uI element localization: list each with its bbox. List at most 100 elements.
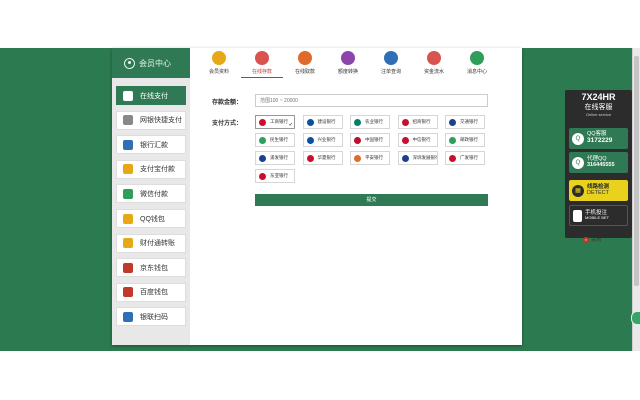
message-icon (470, 51, 484, 65)
bank-logo-icon (306, 118, 314, 126)
mobile-bet-button[interactable]: 手机投注 MOBILE BET (569, 205, 628, 226)
sidebar-item-label: 支付宝付款 (140, 166, 175, 174)
bank-option[interactable]: 华夏银行 (302, 151, 343, 165)
nav-item-label: 注单查询 (380, 69, 401, 75)
bank-option[interactable]: 深圳发展银行 (397, 151, 438, 165)
tenpay-icon (123, 238, 133, 249)
bank-option[interactable]: 招商银行 (397, 115, 438, 129)
bank-logo-icon (306, 136, 314, 144)
bank-logo-icon (401, 136, 409, 144)
bank-option[interactable]: 民生银行 (255, 133, 295, 147)
sidebar-item-qq[interactable]: QQ钱包 (116, 209, 186, 228)
panel-header: 会员中心 会员资料 在线存款 在线取款 额度转换 注单查询 资金流水 消息中心 (112, 48, 522, 78)
nav-item-label: 资金流水 (423, 69, 444, 75)
bank-logo-icon (449, 136, 456, 144)
sidebar-item-label: QQ钱包 (140, 215, 165, 223)
bank-option[interactable]: 浦发银行 (255, 151, 295, 165)
bank-name: 东亚银行 (270, 173, 288, 178)
sidebar-item-alipay[interactable]: 支付宝付款 (116, 159, 186, 179)
bank-option[interactable]: 农业银行 (350, 115, 390, 129)
transfer-icon (341, 51, 355, 65)
online-service-widget: 7X24HR 在线客服 Online service Q QQ客服 3172229… (565, 90, 632, 238)
nav-item-withdraw[interactable]: 在线取款 (284, 50, 326, 78)
withdraw-icon (298, 51, 312, 65)
side-float-icon[interactable] (631, 311, 640, 325)
nav-item-label: 会员资料 (208, 69, 229, 75)
qq-icon: Q (572, 132, 584, 145)
bank-name: 农业银行 (365, 119, 383, 124)
payment-method-sidebar: 在线支付网银快捷支付银行汇款支付宝付款微信付款 QQ钱包财付通转账京东钱包百度钱包… (112, 78, 190, 345)
page-scrollbar[interactable] (632, 48, 640, 351)
line-detect-button[interactable]: ▦ 线路检测 DETECT (569, 180, 628, 201)
service-close-button[interactable]: × 关闭 (583, 236, 601, 243)
member-center-title: 会员中心 (112, 48, 190, 78)
bank-logo-icon (449, 154, 456, 162)
bank-option[interactable]: 兴业银行 (302, 133, 343, 147)
nav-item-bet-query[interactable]: 注单查询 (370, 50, 412, 78)
sidebar-item-tenpay[interactable]: 财付通转账 (116, 233, 186, 253)
sidebar-item-label: 银行汇款 (140, 141, 168, 149)
alipay-icon (123, 164, 133, 175)
agent-qq-number: 316445555 (587, 161, 615, 168)
nav-item-message[interactable]: 消息中心 (456, 50, 498, 78)
detect-sub: DETECT (587, 189, 609, 196)
bank-option[interactable]: 中国银行 (350, 133, 390, 147)
bank-option[interactable]: 平安银行 (350, 151, 390, 165)
bank-logo-icon (259, 172, 266, 180)
bank-name: 工商银行 (270, 119, 288, 124)
sidebar-item-bank-transfer[interactable]: 银行汇款 (116, 135, 186, 155)
nav-item-label: 额度转换 (337, 69, 358, 75)
bank-name: 邮政银行 (460, 137, 478, 142)
bank-name: 中国银行 (365, 137, 383, 142)
bank-option[interactable]: 东亚银行 (255, 169, 295, 183)
bank-option[interactable]: 工商银行 ✔ (255, 115, 295, 129)
bank-name: 交通银行 (460, 119, 478, 124)
nav-item-label: 消息中心 (466, 69, 487, 75)
bank-option[interactable]: 广发银行 (445, 151, 485, 165)
nav-item-deposit[interactable]: 在线存款 (241, 50, 283, 78)
sidebar-item-label: 京东钱包 (140, 264, 168, 272)
sidebar-item-baidu[interactable]: 百度钱包 (116, 282, 186, 302)
qq-icon (123, 213, 133, 224)
fund-flow-icon (427, 51, 441, 65)
sidebar-item-label: 百度钱包 (140, 289, 168, 297)
member-center-label: 会员中心 (139, 58, 171, 68)
bank-option[interactable]: 建设银行 (302, 115, 343, 129)
sidebar-item-label: 微信付款 (140, 190, 168, 198)
nav-item-label: 在线存款 (251, 69, 272, 75)
sidebar-item-label: 银联扫码 (140, 313, 168, 321)
sidebar-item-wechat[interactable]: 微信付款 (116, 184, 186, 204)
bank-option[interactable]: 邮政银行 (445, 133, 485, 147)
nav-item-transfer[interactable]: 额度转换 (327, 50, 369, 78)
sidebar-item-unionpay-scan[interactable]: 银联扫码 (116, 307, 186, 327)
check-icon: ✔ (288, 122, 293, 128)
sidebar-item-jd[interactable]: 京东钱包 (116, 258, 186, 278)
qq-service-button[interactable]: Q QQ客服 3172229 (569, 128, 628, 149)
bank-name: 浦发银行 (270, 155, 288, 160)
nav-item-fund-flow[interactable]: 资金流水 (413, 50, 455, 78)
bank-option[interactable]: 交通银行 (445, 115, 485, 129)
bank-name: 中信银行 (412, 137, 431, 142)
bank-logo-icon (449, 118, 456, 126)
service-hours: 7X24HR (581, 92, 616, 102)
bank-logo-icon (401, 118, 409, 126)
bank-name: 兴业银行 (317, 137, 336, 142)
bank-name: 广发银行 (460, 155, 478, 160)
scrollbar-thumb[interactable] (634, 56, 639, 286)
wechat-icon (123, 188, 133, 199)
bank-logo-icon (259, 154, 266, 162)
submit-button[interactable]: 提交 (255, 194, 488, 206)
bank-name: 深圳发展银行 (412, 155, 438, 160)
deposit-form: 存款金额： 支付方式： 工商银行✔ 建设银行 农业银行 招商银行 交通银行民生银行 兴业银… (190, 78, 522, 345)
bank-transfer-icon (123, 139, 133, 150)
card-icon (123, 90, 133, 101)
bank-name: 华夏银行 (317, 155, 336, 160)
nav-item-profile[interactable]: 会员资料 (198, 50, 240, 78)
bank-option[interactable]: 中信银行 (397, 133, 438, 147)
agent-qq-button[interactable]: Q 代理QQ 316445555 (569, 152, 628, 173)
amount-input[interactable] (255, 94, 488, 107)
service-title: 在线客服 (584, 104, 613, 111)
sidebar-item-ebank[interactable]: 网银快捷支付 (116, 110, 186, 130)
sidebar-item-card[interactable]: 在线支付 (116, 86, 186, 105)
unionpay-scan-icon (123, 311, 133, 322)
